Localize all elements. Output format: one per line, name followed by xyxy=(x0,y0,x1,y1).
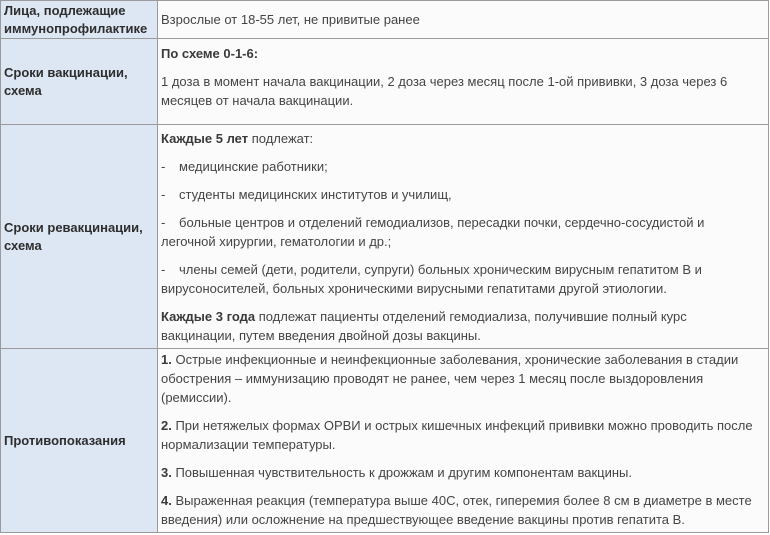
row-value-vaccination-schedule: По схеме 0-1-6: 1 доза в момент начала в… xyxy=(157,38,769,125)
table-row: Противопоказания 1. Острые инфекционные … xyxy=(0,348,769,533)
every3-bold: Каждые 3 года xyxy=(161,309,256,324)
list-item: - больные центров и отделений гемодиализо… xyxy=(161,215,705,249)
row-header-vaccination-schedule: Сроки вакцинации, схема xyxy=(0,38,158,125)
vaccination-table: Лица, подлежащие иммунопрофилактике Взро… xyxy=(0,0,769,533)
list-item: - студенты медицинских институтов и учили… xyxy=(161,187,452,202)
row-value-persons: Взрослые от 18-55 лет, не привитые ранее xyxy=(157,0,769,39)
scheme-title: По схеме 0-1-6: xyxy=(161,46,259,61)
table-row: Сроки ревакцинации, схема Каждые 5 лет п… xyxy=(0,124,769,349)
row-header-contraindications: Противопоказания xyxy=(0,348,158,533)
list-item: - медицинские работники; xyxy=(161,159,328,174)
list-item: 4. Выраженная реакция (температура выше … xyxy=(161,493,752,527)
row-value-contraindications: 1. Острые инфекционные и неинфекционные … xyxy=(157,348,769,533)
table-row: Лица, подлежащие иммунопрофилактике Взро… xyxy=(0,0,769,39)
row-value-revaccination-schedule: Каждые 5 лет подлежат: - медицинские рабо… xyxy=(157,124,769,349)
table-row: Сроки вакцинации, схема По схеме 0-1-6: … xyxy=(0,38,769,125)
every5-bold: Каждые 5 лет xyxy=(161,131,249,146)
persons-text: Взрослые от 18-55 лет, не привитые ранее xyxy=(161,12,420,27)
scheme-text: 1 доза в момент начала вакцинации, 2 доз… xyxy=(161,74,728,108)
list-item: 3. Повышенная чувствительность к дрожжам… xyxy=(161,465,632,480)
list-item: - члены семей (дети, родители, супруги) б… xyxy=(161,262,702,296)
list-item: 2. При нетяжелых формах ОРВИ и острых ки… xyxy=(161,418,753,452)
row-header-persons: Лица, подлежащие иммунопрофилактике xyxy=(0,0,158,39)
row-header-revaccination-schedule: Сроки ревакцинации, схема xyxy=(0,124,158,349)
list-item: 1. Острые инфекционные и неинфекционные … xyxy=(161,352,739,405)
every5-rest: подлежат: xyxy=(248,131,314,146)
